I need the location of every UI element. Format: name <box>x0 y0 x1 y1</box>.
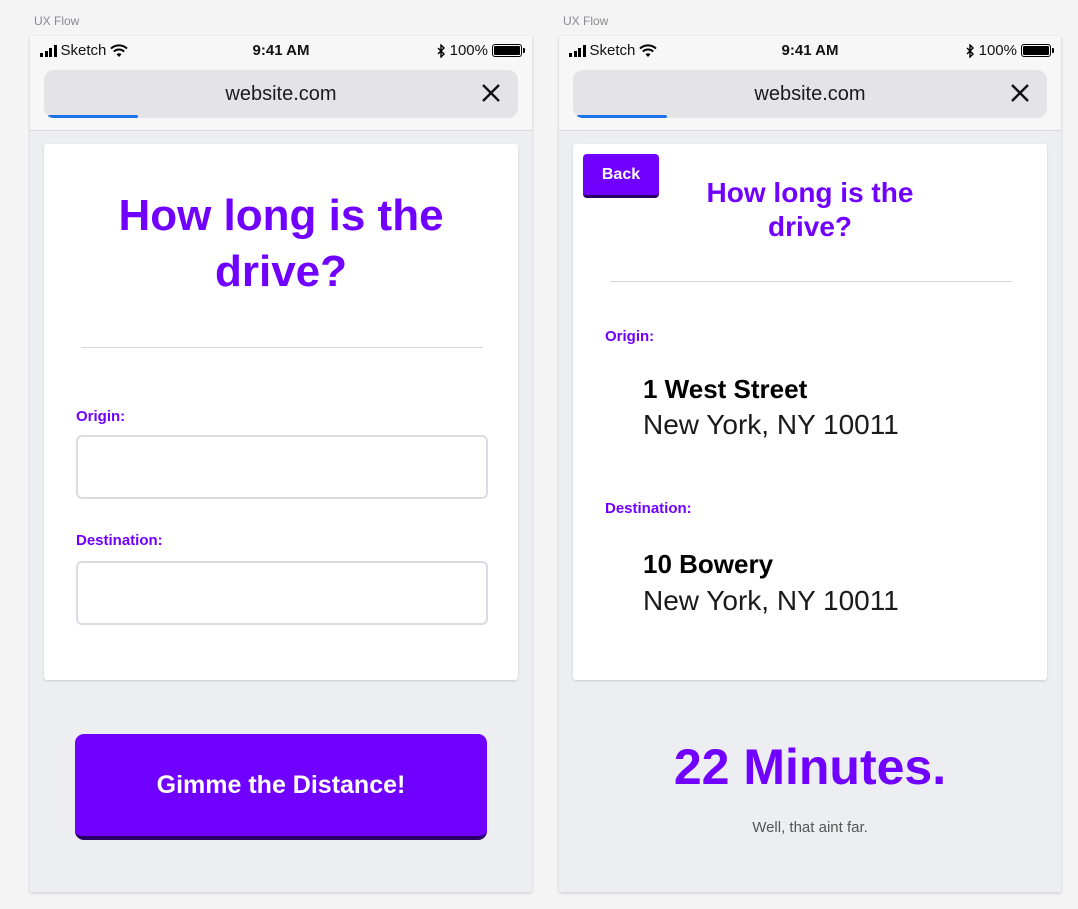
battery-icon <box>1021 44 1054 57</box>
battery-percent: 100% <box>449 42 488 59</box>
page-title: How long is the drive? <box>118 191 444 296</box>
address-bar[interactable]: website.com <box>573 70 1047 118</box>
form-card: How long is the drive? Origin: Destinati… <box>44 144 518 680</box>
bluetooth-icon <box>437 43 445 58</box>
page-load-progress <box>48 115 138 118</box>
status-bar: Sketch 9:41 AM 100% <box>569 40 1054 62</box>
origin-city: New York, NY 10011 <box>643 409 899 440</box>
destination-street: 10 Bowery <box>643 549 774 579</box>
destination-label: Destination: <box>76 532 163 549</box>
back-button[interactable]: Back <box>583 154 659 198</box>
status-bar: Sketch 9:41 AM 100% <box>40 40 525 62</box>
artboard-label: UX Flow <box>563 14 609 28</box>
origin-label: Origin: <box>76 408 126 425</box>
page-load-progress <box>577 115 667 118</box>
destination-input[interactable] <box>76 561 488 625</box>
battery-icon <box>492 44 525 57</box>
close-icon[interactable] <box>1005 78 1035 108</box>
result-card: Back How long is the drive? Origin: 1 We… <box>573 144 1047 680</box>
drive-time-result: 22 Minutes. <box>673 739 947 795</box>
divider <box>610 281 1012 282</box>
destination-label: Destination: <box>605 500 692 517</box>
page-title: How long is the drive? <box>706 177 914 242</box>
url-text: website.com <box>225 83 337 105</box>
url-text: website.com <box>754 83 866 105</box>
origin-input[interactable] <box>76 435 488 499</box>
browser-chrome: Sketch 9:41 AM 100% website.com <box>559 36 1061 131</box>
close-icon[interactable] <box>476 78 506 108</box>
origin-label: Origin: <box>605 328 655 345</box>
result-caption: Well, that aint far. <box>752 819 868 836</box>
gimme-distance-button[interactable]: Gimme the Distance! <box>75 734 487 840</box>
phone-screen-result: Sketch 9:41 AM 100% website.com Back How… <box>559 36 1061 892</box>
browser-chrome: Sketch 9:41 AM 100% website.com <box>30 36 532 131</box>
bluetooth-icon <box>966 43 974 58</box>
artboard-label: UX Flow <box>34 14 80 28</box>
divider <box>81 347 483 348</box>
destination-city: New York, NY 10011 <box>643 585 899 616</box>
battery-percent: 100% <box>978 42 1017 59</box>
origin-street: 1 West Street <box>643 374 808 404</box>
address-bar[interactable]: website.com <box>44 70 518 118</box>
phone-screen-form: Sketch 9:41 AM 100% website.com How long… <box>30 36 532 892</box>
